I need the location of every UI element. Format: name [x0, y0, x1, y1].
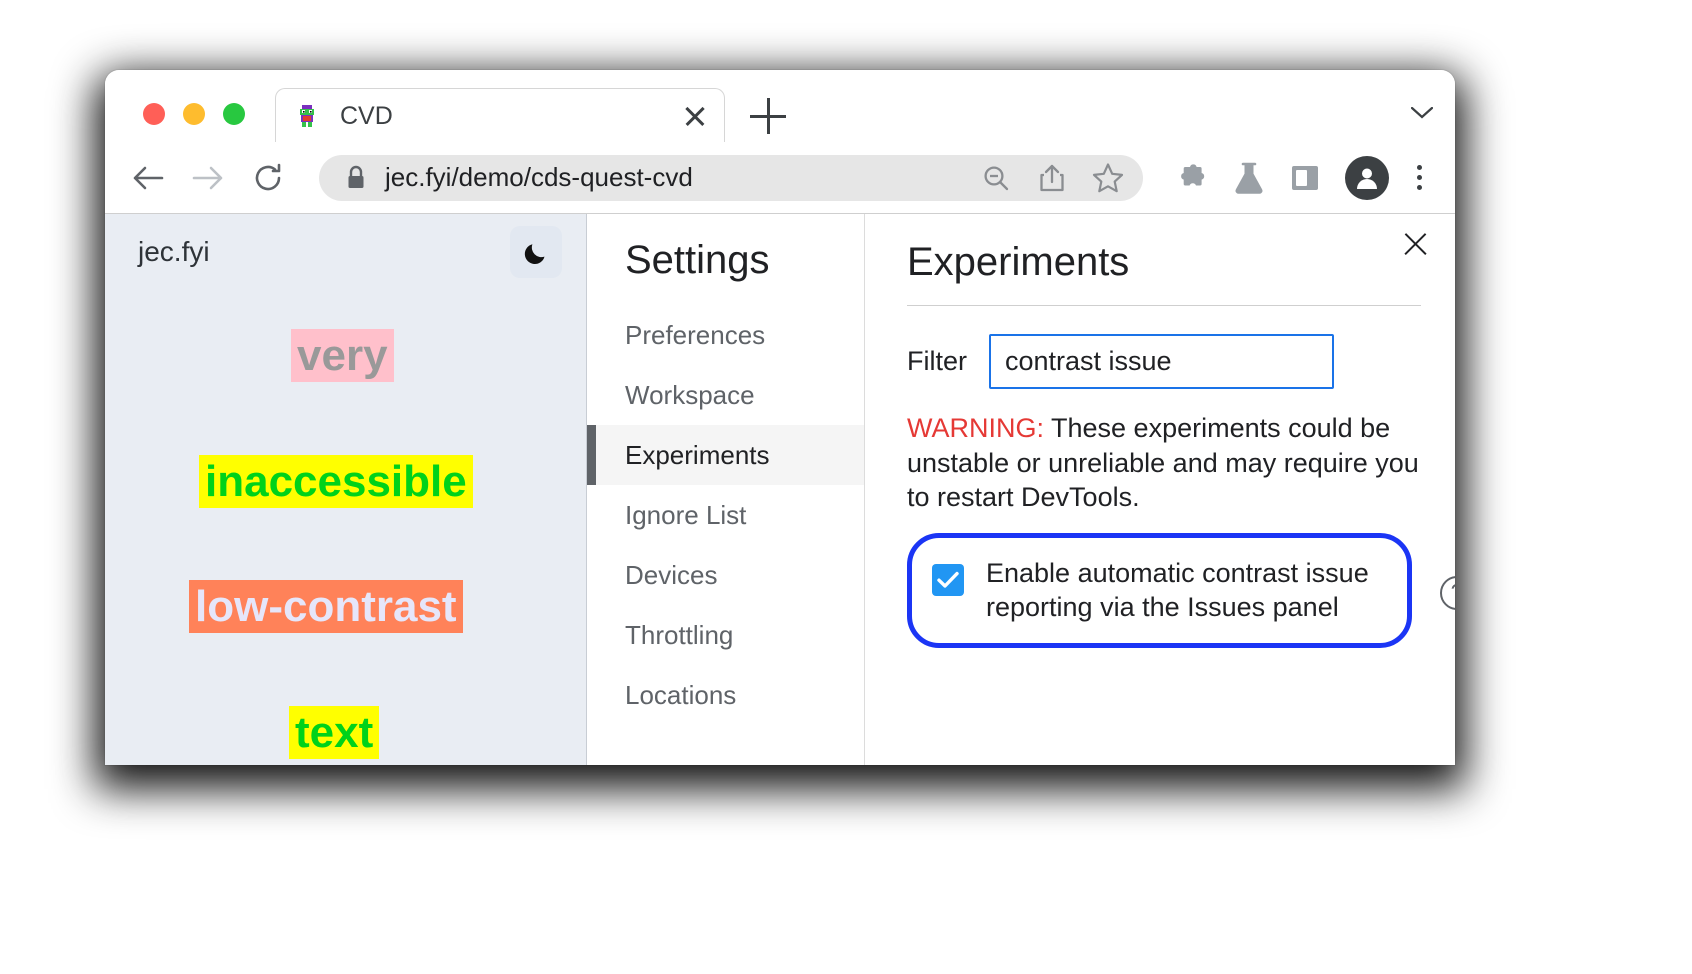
sidebar-item-preferences[interactable]: Preferences: [587, 305, 864, 365]
experiment-label: Enable automatic contrast issue reportin…: [986, 556, 1387, 625]
sidebar-item-experiments[interactable]: Experiments: [587, 425, 864, 485]
sidebar-item-label: Experiments: [625, 440, 770, 471]
sidebar-item-label: Devices: [625, 560, 717, 591]
experiments-warning: WARNING: These experiments could be unst…: [907, 411, 1421, 515]
site-brand: jec.fyi: [138, 236, 210, 268]
address-bar-url: jec.fyi/demo/cds-quest-cvd: [385, 162, 961, 193]
minimize-window-button[interactable]: [183, 103, 205, 125]
avatar-person-icon[interactable]: [1345, 156, 1389, 200]
three-dot-menu-icon[interactable]: [1403, 165, 1435, 190]
browser-window: CVD: [105, 70, 1455, 765]
divider: [907, 305, 1421, 306]
sidebar-item-ignore-list[interactable]: Ignore List: [587, 485, 864, 545]
sidebar-item-devices[interactable]: Devices: [587, 545, 864, 605]
devtools-settings-dialog: Settings Preferences Workspace Experimen…: [587, 214, 1455, 765]
filter-input[interactable]: [989, 334, 1334, 389]
sidebar-item-locations[interactable]: Locations: [587, 665, 864, 725]
browser-toolbar: jec.fyi/demo/cds-quest-cvd: [105, 142, 1455, 214]
demo-word-low-contrast: low-contrast: [189, 580, 463, 633]
reload-icon[interactable]: [245, 155, 291, 201]
zoom-out-icon[interactable]: [975, 157, 1017, 199]
sidebar-item-throttling[interactable]: Throttling: [587, 605, 864, 665]
screenshot-stage: CVD: [0, 0, 1692, 974]
settings-heading: Settings: [587, 238, 864, 305]
experiments-panel: Experiments Filter WARNING: These experi…: [865, 214, 1455, 765]
checkmark-icon: [937, 571, 959, 589]
close-icon[interactable]: [680, 101, 710, 131]
demo-page: jec.fyi very inaccessible low-contrast t…: [105, 214, 587, 765]
window-traffic-lights: [143, 103, 245, 125]
demo-word-very: very: [291, 329, 394, 382]
browser-tab-cvd[interactable]: CVD: [275, 88, 725, 143]
side-panel-icon[interactable]: [1283, 156, 1327, 200]
close-window-button[interactable]: [143, 103, 165, 125]
moon-icon[interactable]: [510, 226, 562, 278]
sidebar-item-label: Throttling: [625, 620, 733, 651]
demo-word-inaccessible: inaccessible: [199, 455, 473, 508]
tab-title: CVD: [340, 102, 680, 131]
chevron-down-icon[interactable]: [1411, 106, 1433, 118]
sidebar-item-workspace[interactable]: Workspace: [587, 365, 864, 425]
plus-icon[interactable]: [750, 98, 786, 134]
settings-navigation: Settings Preferences Workspace Experimen…: [587, 214, 865, 765]
address-bar[interactable]: jec.fyi/demo/cds-quest-cvd: [319, 155, 1143, 201]
share-icon[interactable]: [1031, 157, 1073, 199]
question-mark-icon[interactable]: ?: [1440, 576, 1455, 610]
arrow-left-icon[interactable]: [125, 155, 171, 201]
maximize-window-button[interactable]: [223, 103, 245, 125]
sidebar-item-label: Preferences: [625, 320, 765, 351]
sidebar-item-label: Locations: [625, 680, 736, 711]
warning-label: WARNING:: [907, 413, 1044, 443]
page-content: jec.fyi very inaccessible low-contrast t…: [105, 214, 1455, 765]
sidebar-item-label: Workspace: [625, 380, 755, 411]
arrow-right-icon[interactable]: [185, 155, 231, 201]
sidebar-item-label: Ignore List: [625, 500, 746, 531]
demo-word-text: text: [289, 706, 379, 759]
puzzle-piece-icon[interactable]: [1171, 156, 1215, 200]
tab-strip: CVD: [105, 70, 1455, 142]
experiment-contrast-issue-row[interactable]: Enable automatic contrast issue reportin…: [907, 533, 1412, 648]
lock-icon: [345, 165, 367, 191]
page-title: Experiments: [907, 240, 1421, 305]
flask-icon[interactable]: [1227, 156, 1271, 200]
dino-favicon: [294, 103, 320, 129]
filter-row: Filter: [907, 334, 1421, 389]
filter-label: Filter: [907, 346, 967, 377]
experiment-checkbox[interactable]: [932, 564, 964, 596]
star-icon[interactable]: [1087, 157, 1129, 199]
